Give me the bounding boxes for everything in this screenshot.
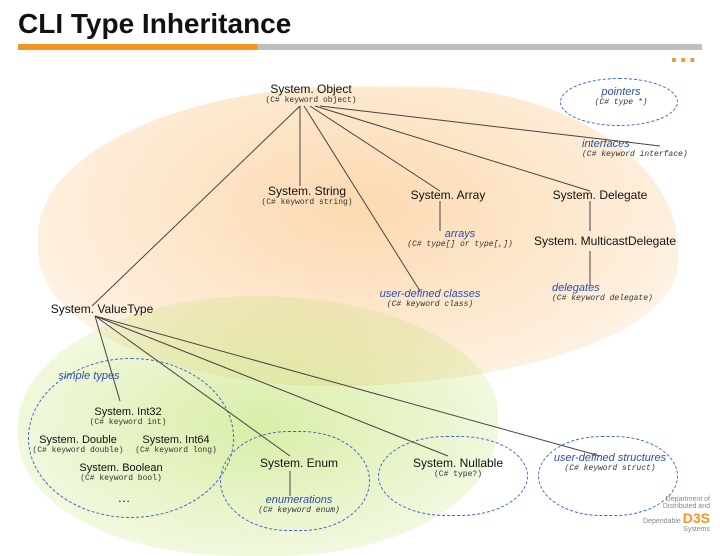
label: System. Object <box>270 82 351 96</box>
label: pointers <box>601 86 640 98</box>
label: System. Int64 <box>142 434 209 446</box>
sub: (C# keyword string) <box>252 198 362 207</box>
sub: (C# keyword object) <box>256 96 366 105</box>
node-user-structs: user-defined structures (C# keyword stru… <box>550 452 670 473</box>
title-underline <box>18 44 702 50</box>
node-arrays: arrays (C# type[] or type[,]) <box>400 228 520 249</box>
label: enumerations <box>266 494 333 506</box>
node-enumerations: enumerations (C# keyword enum) <box>244 494 354 515</box>
label: System. Double <box>39 434 117 446</box>
sub: (C# type[] or type[,]) <box>400 240 520 249</box>
node-pointers: pointers (C# type *) <box>576 86 666 107</box>
node-user-classes: user-defined classes (C# keyword class) <box>350 288 510 309</box>
footer-branding: Department of Distributed and Dependable… <box>643 496 710 534</box>
sub: (C# keyword long) <box>126 446 226 455</box>
sub: (C# type *) <box>576 98 666 107</box>
page-title: CLI Type Inheritance <box>0 0 720 44</box>
sub: (C# keyword interface) <box>582 150 712 159</box>
label: System. MulticastDelegate <box>534 234 676 248</box>
diagram-canvas: System. Object (C# keyword object) point… <box>0 56 720 536</box>
node-int32: System. Int32 (C# keyword int) <box>78 406 178 427</box>
node-double: System. Double (C# keyword double) <box>28 434 128 455</box>
sub: (C# keyword struct) <box>550 464 670 473</box>
label: delegates <box>552 282 600 294</box>
footer-brand: D3S <box>683 510 710 526</box>
sub: (C# keyword enum) <box>244 506 354 515</box>
node-system-enum: System. Enum <box>244 456 354 470</box>
footer-line3: Dependable <box>643 518 681 525</box>
label: System. Nullable <box>413 456 503 470</box>
node-system-delegate: System. Delegate <box>540 188 660 202</box>
label: … <box>118 490 131 505</box>
label: System. Int32 <box>94 406 161 418</box>
sub: (C# type?) <box>398 470 518 479</box>
node-more: … <box>104 490 144 505</box>
sub: (C# keyword bool) <box>66 474 176 483</box>
label: arrays <box>445 228 476 240</box>
sub: (C# keyword int) <box>78 418 178 427</box>
label: System. String <box>268 184 346 198</box>
label: System. Delegate <box>553 188 648 202</box>
label: System. Boolean <box>79 462 162 474</box>
sub: (C# keyword delegate) <box>552 294 702 303</box>
node-int64: System. Int64 (C# keyword long) <box>126 434 226 455</box>
node-multicast-delegate: System. MulticastDelegate <box>520 234 690 248</box>
label: interfaces <box>582 138 630 150</box>
label: simple types <box>58 370 119 382</box>
node-system-valuetype: System. ValueType <box>42 302 162 316</box>
label: System. ValueType <box>51 302 154 316</box>
node-boolean: System. Boolean (C# keyword bool) <box>66 462 176 483</box>
node-system-object: System. Object (C# keyword object) <box>256 82 366 105</box>
node-system-nullable: System. Nullable (C# type?) <box>398 456 518 479</box>
node-system-string: System. String (C# keyword string) <box>252 184 362 207</box>
footer-line1: Department of <box>666 496 710 503</box>
label: System. Enum <box>260 456 338 470</box>
sub: (C# keyword class) <box>350 300 510 309</box>
label: System. Array <box>411 188 486 202</box>
node-simple-types: simple types <box>44 370 134 382</box>
label: user-defined classes <box>380 288 481 300</box>
sub: (C# keyword double) <box>28 446 128 455</box>
node-interfaces: interfaces (C# keyword interface) <box>582 138 712 159</box>
footer-sub: Systems <box>683 526 710 533</box>
node-system-array: System. Array <box>398 188 498 202</box>
node-delegates: delegates (C# keyword delegate) <box>552 282 702 303</box>
label: user-defined structures <box>554 452 666 464</box>
enum-group <box>220 431 370 531</box>
